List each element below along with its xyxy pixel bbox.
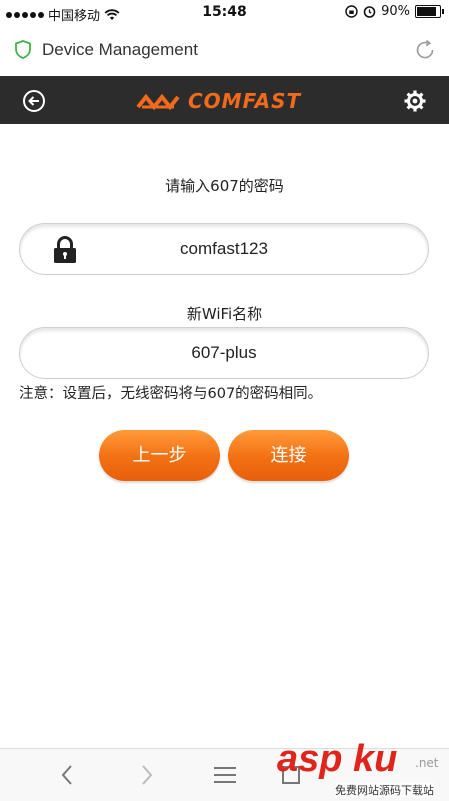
menu-icon[interactable] bbox=[212, 763, 238, 787]
brand-logo: COMFAST bbox=[136, 89, 301, 113]
watermark-net: .net bbox=[415, 756, 439, 770]
shield-icon bbox=[15, 40, 31, 59]
battery-icon bbox=[415, 5, 444, 18]
password-field[interactable]: comfast123 bbox=[19, 223, 429, 275]
page-title[interactable]: Device Management bbox=[42, 40, 198, 60]
rotation-lock-icon bbox=[345, 5, 358, 18]
alarm-icon bbox=[363, 6, 376, 18]
password-label: 请输入607的密码 bbox=[165, 177, 284, 195]
ssid-label: 新WiFi名称 bbox=[186, 305, 263, 323]
status-right: 90% bbox=[345, 4, 444, 19]
browser-address-bar[interactable]: Device Management bbox=[0, 26, 449, 76]
previous-step-button[interactable]: 上一步 bbox=[99, 430, 220, 481]
status-bar: 中国移动 15:48 90% bbox=[0, 0, 449, 26]
browser-forward-icon[interactable] bbox=[138, 763, 156, 787]
password-value: comfast123 bbox=[180, 239, 268, 258]
gear-icon[interactable] bbox=[403, 89, 427, 113]
app-header: COMFAST bbox=[0, 76, 449, 124]
connect-button[interactable]: 连接 bbox=[228, 430, 349, 481]
ssid-value: 607-plus bbox=[191, 343, 257, 362]
ssid-field[interactable]: 607-plus bbox=[19, 327, 429, 379]
battery-percent: 90% bbox=[381, 4, 410, 19]
watermark-subtitle: 免费网站源码下载站 bbox=[335, 782, 434, 798]
back-arrow-icon[interactable] bbox=[22, 89, 46, 113]
browser-back-icon[interactable] bbox=[58, 763, 76, 787]
watermark: asp ku .net 免费网站源码下载站 bbox=[273, 738, 449, 800]
watermark-brand: asp ku bbox=[277, 738, 398, 780]
reload-icon[interactable] bbox=[413, 38, 437, 62]
comfast-logo-icon bbox=[136, 93, 180, 111]
note-text: 注意：设置后，无线密码将与607的密码相同。 bbox=[19, 386, 323, 402]
brand-name: COMFAST bbox=[188, 89, 302, 113]
